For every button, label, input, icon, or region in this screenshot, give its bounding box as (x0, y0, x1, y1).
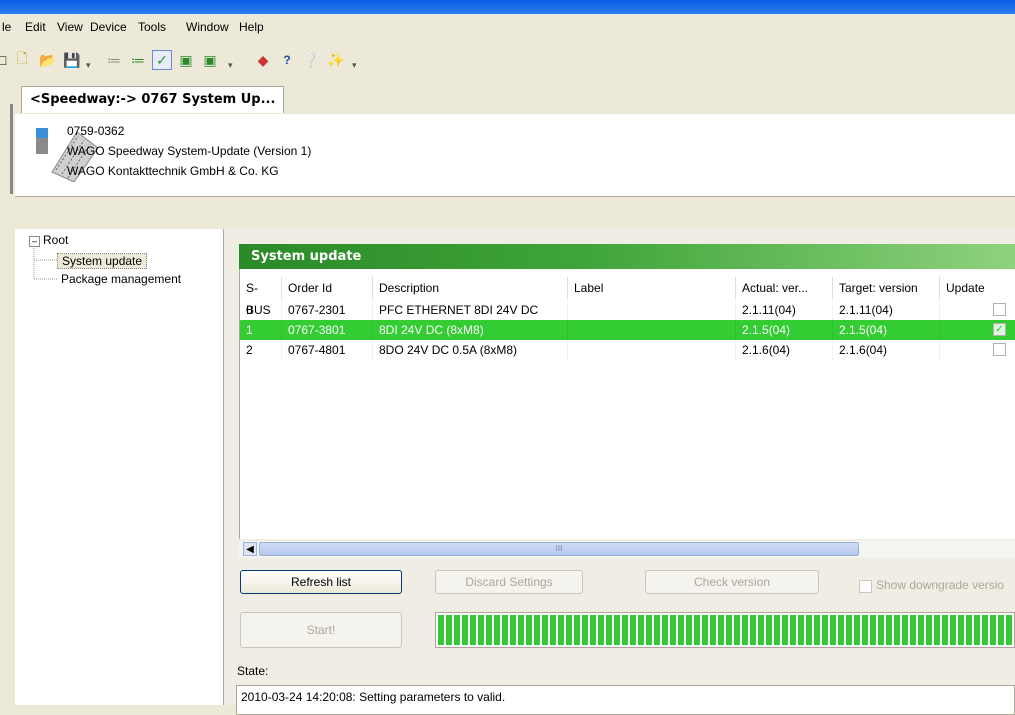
cell-actual-version: 2.1.11(04) (736, 300, 833, 320)
tab-system-update[interactable]: <Speedway:-> 0767 System Up... (21, 86, 285, 113)
check-icon[interactable]: ✓ (152, 50, 172, 70)
show-downgrade-label: Show downgrade versio (876, 578, 1005, 592)
state-log: 2010-03-24 14:20:08: Setting parameters … (236, 685, 1015, 715)
toolbar-overflow-icon-2[interactable]: ▾ (228, 60, 236, 70)
cell-actual-version: 2.1.6(04) (736, 340, 833, 360)
device-upload-icon[interactable]: ▣ (176, 50, 196, 70)
menu-edit[interactable]: Edit (25, 20, 46, 34)
menu-tools[interactable]: Tools (138, 20, 166, 34)
cell-target-version: 2.1.11(04) (833, 300, 940, 320)
menu-device[interactable]: Device (90, 20, 127, 34)
show-downgrade-checkbox[interactable] (859, 580, 872, 593)
context-help-icon[interactable]: ❔ (301, 50, 321, 70)
tool-icon[interactable]: ✨ (326, 50, 346, 70)
cell-description: 8DO 24V DC 0.5A (8xM8) (373, 340, 568, 360)
window-title-bar (0, 0, 1015, 14)
update-checkbox[interactable]: ✓ (993, 323, 1006, 336)
device-download-icon[interactable]: ▣ (200, 50, 220, 70)
check-version-button[interactable]: Check version (645, 570, 819, 594)
open-folder-icon[interactable]: 📂 (38, 50, 58, 70)
table-row[interactable]: 1 0767-3801 8DI 24V DC (8xM8) 2.1.5(04) 2.1.… (240, 320, 1015, 340)
update-progress-bar (435, 612, 1015, 648)
start-button[interactable]: Start! (240, 612, 402, 648)
main-panel: System update S-BUS Order Id Description… (224, 229, 1015, 715)
col-header-label[interactable]: Label (568, 277, 736, 299)
menu-view[interactable]: View (57, 20, 83, 34)
cell-label (568, 320, 736, 340)
save-icon[interactable]: 💾 (62, 50, 82, 70)
menu-window[interactable]: Window (186, 20, 229, 34)
device-name: WAGO Speedway System-Update (Version 1) (67, 144, 312, 158)
new-file-icon[interactable]: 🗋 (12, 50, 32, 70)
menu-help[interactable]: Help (239, 20, 264, 34)
cell-order-id: 0767-3801 (282, 320, 373, 340)
horizontal-scrollbar[interactable]: ◀ III (239, 541, 1015, 558)
toolbar: □ 🗋 📂 💾 ▾ ≔ ≔ ✓ ▣ ▣ ▾ ◆ ? ❔ ✨ ▾ (0, 44, 1015, 78)
scroll-left-icon[interactable]: ◀ (243, 542, 257, 556)
cell-sbus: 0 (240, 300, 282, 320)
col-header-sbus[interactable]: S-BUS (240, 277, 282, 317)
header-separator (15, 196, 1015, 230)
cell-label (568, 340, 736, 360)
table-row[interactable]: 2 0767-4801 8DO 24V DC 0.5A (8xM8) 2.1.6(04… (240, 340, 1015, 360)
scroll-thumb[interactable]: III (259, 542, 859, 556)
cell-description: PFC ETHERNET 8DI 24V DC (373, 300, 568, 320)
cell-actual-version: 2.1.5(04) (736, 320, 833, 340)
cell-sbus: 2 (240, 340, 282, 360)
cell-sbus: 1 (240, 320, 282, 340)
cell-target-version: 2.1.6(04) (833, 340, 940, 360)
discard-settings-button[interactable]: Discard Settings (435, 570, 583, 594)
update-checkbox[interactable] (993, 303, 1006, 316)
col-header-update[interactable]: Update (940, 277, 1015, 299)
help-icon[interactable]: ? (277, 50, 297, 70)
menu-file[interactable]: le (2, 20, 11, 34)
state-label: State: (237, 664, 269, 678)
book-icon[interactable]: ◆ (253, 50, 273, 70)
panel-title: System update (239, 244, 1015, 269)
update-checkbox[interactable] (993, 343, 1006, 356)
tree-root[interactable]: Root (43, 233, 68, 247)
device-vendor: WAGO Kontakttechnik GmbH & Co. KG (67, 164, 279, 178)
left-dock-edge (0, 84, 15, 705)
device-header: 0759-0362 WAGO Speedway System-Update (V… (15, 114, 1015, 196)
cell-order-id: 0767-4801 (282, 340, 373, 360)
cell-order-id: 0767-2301 (282, 300, 373, 320)
col-header-description[interactable]: Description (373, 277, 568, 299)
cell-target-version: 2.1.5(04) (833, 320, 940, 340)
col-header-actual-version[interactable]: Actual: ver... (736, 277, 833, 299)
network-config-icon[interactable]: ≔ (128, 50, 148, 70)
progress-fill (438, 615, 1012, 645)
col-header-target-version[interactable]: Target: version (833, 277, 940, 299)
cell-description: 8DI 24V DC (8xM8) (373, 320, 568, 340)
cell-label (568, 300, 736, 320)
col-header-order-id[interactable]: Order Id (282, 277, 373, 299)
tree-item-system-update[interactable]: System update (57, 253, 148, 269)
toolbar-overflow-icon-3[interactable]: ▾ (352, 60, 360, 70)
document-tabs: <Speedway:-> 0767 System Up... (15, 84, 1015, 115)
module-table: S-BUS Order Id Description Label Actual:… (239, 269, 1015, 539)
tree-item-package-management[interactable]: Package management (61, 272, 181, 286)
network-scan-icon[interactable]: ≔ (104, 50, 124, 70)
menu-bar: le Edit View Device Tools Window Help (0, 16, 1015, 38)
table-row[interactable]: 0 0767-2301 PFC ETHERNET 8DI 24V DC 2.1.11(… (240, 300, 1015, 320)
device-order-number: 0759-0362 (67, 124, 125, 138)
new-doc-icon[interactable]: □ (0, 50, 12, 70)
toolbar-overflow-icon[interactable]: ▾ (86, 60, 94, 70)
refresh-list-button[interactable]: Refresh list (240, 570, 402, 594)
navigation-tree: – Root System update Package management (15, 229, 224, 705)
